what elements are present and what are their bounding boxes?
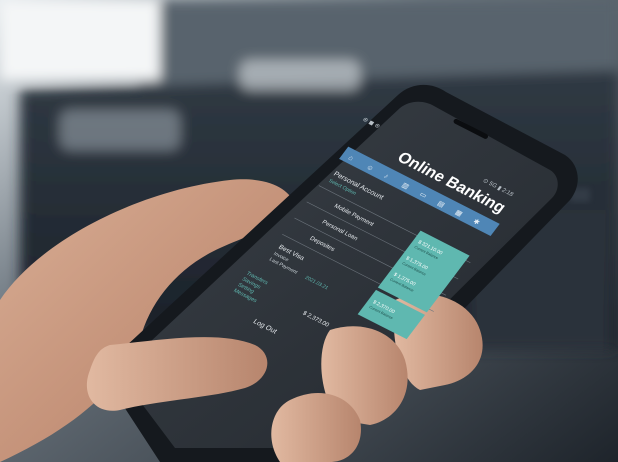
photo-background: ⊕ ◼ ⊛ ⊙ 5G ▮ 2:18 Online Banking ⌂ ☺ ♪ ▥…: [0, 0, 618, 462]
photo-scene: ⊕ ◼ ⊛ ⊙ 5G ▮ 2:18 Online Banking ⌂ ☺ ♪ ▥…: [0, 0, 618, 462]
